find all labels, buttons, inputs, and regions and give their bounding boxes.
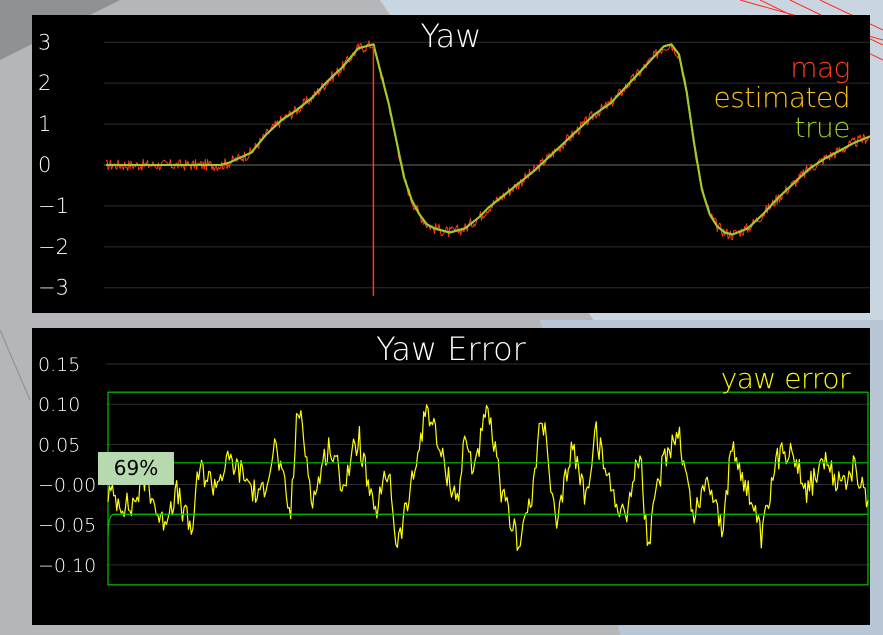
y-tick-label: −0.05 [38, 515, 96, 537]
threshold-lower-line [107, 513, 868, 537]
legend-estimated: estimated [713, 81, 851, 114]
series-line-yaw-error [107, 404, 869, 551]
y-tick-label: 0 [38, 153, 51, 177]
y-tick-label: 1 [38, 112, 51, 136]
legend-yaw-error: yaw error [720, 362, 851, 395]
legend-mag: mag [790, 51, 850, 84]
yaw-chart-title: Yaw [420, 17, 482, 55]
threshold-box [107, 391, 869, 586]
yaw-chart-panel: 3 2 1 0 −1 −2 −3 Yaw mag estimated true [32, 15, 870, 313]
percent-badge: 69% [98, 452, 174, 485]
y-tick-label: 0.10 [38, 394, 80, 416]
legend-true: true [794, 111, 851, 144]
y-tick-label: −3 [38, 276, 69, 300]
y-tick-label: −1 [38, 194, 69, 218]
y-tick-label: −2 [38, 235, 69, 259]
yaw-chart-plot: 3210−1−2−3 [38, 30, 870, 300]
yaw-error-chart-panel: 0.15 0.10 0.05 −0.00 −0.05 −0.10 Yaw Error ya… [32, 328, 870, 625]
y-tick-label: −0.00 [38, 475, 96, 497]
y-tick-label: 2 [38, 71, 51, 95]
y-tick-label: 0.05 [38, 434, 80, 456]
series-line-mag [105, 40, 870, 240]
y-tick-label: −0.10 [38, 555, 96, 577]
